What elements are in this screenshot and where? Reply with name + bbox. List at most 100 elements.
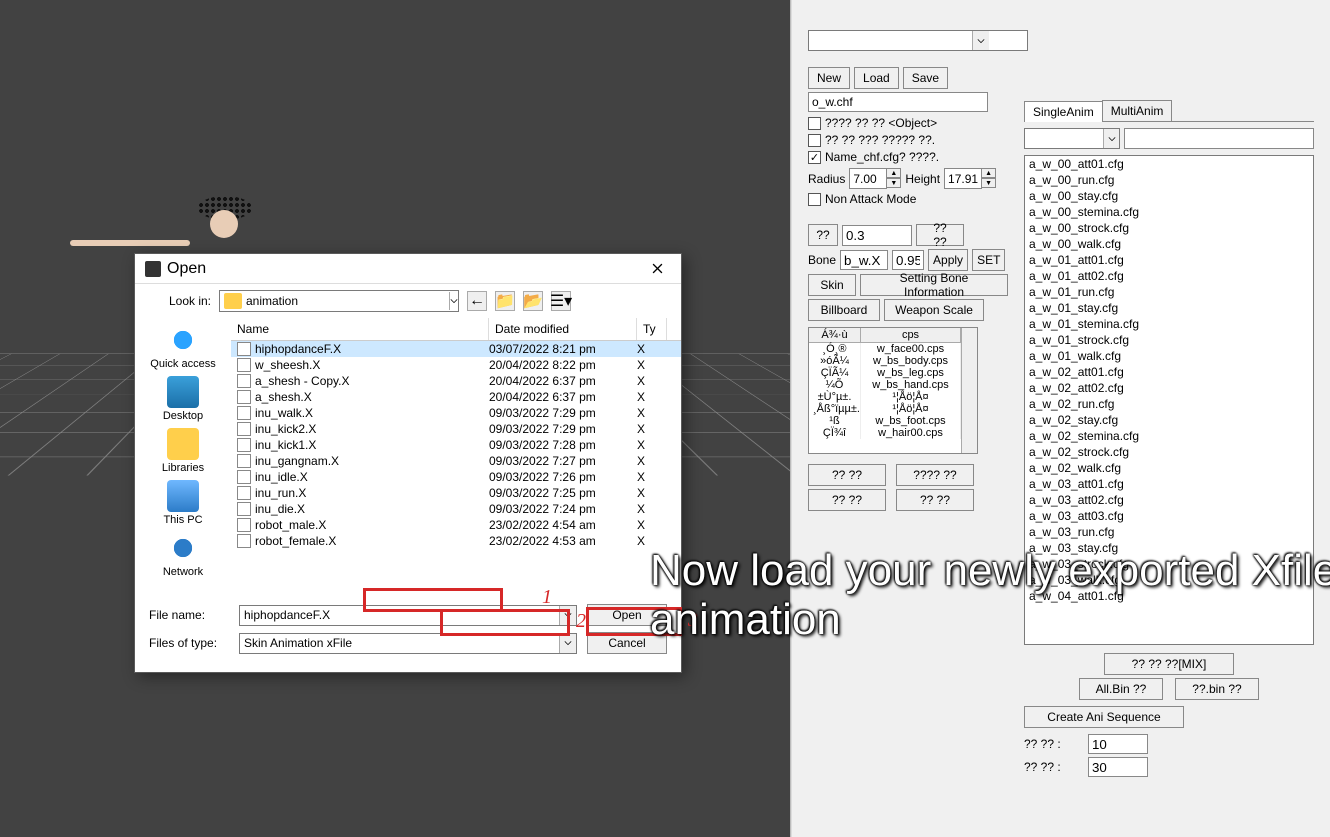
billboard-button[interactable]: Billboard: [808, 299, 880, 321]
file-row[interactable]: inu_walk.X09/03/2022 7:29 pmX: [231, 405, 681, 421]
list-item[interactable]: a_w_01_att02.cfg: [1025, 268, 1313, 284]
file-list-header[interactable]: Name Date modified Ty: [231, 318, 681, 341]
g1-button[interactable]: ?? ??: [808, 464, 886, 486]
place-desktop[interactable]: Desktop: [143, 376, 223, 422]
cps-table[interactable]: Á¾·ù ¸Ó¸®»óÃ¼ÇÏÃ¼¼Õ±Ù°µ±.¸Åß°ïµµ±.¹ßÇÏ¾î…: [808, 327, 978, 454]
list-item[interactable]: a_w_02_att02.cfg: [1025, 380, 1313, 396]
list-item[interactable]: a_w_00_att01.cfg: [1025, 156, 1313, 172]
chevron-down-icon[interactable]: [559, 606, 576, 625]
chevron-down-icon[interactable]: [449, 292, 458, 310]
save-button[interactable]: Save: [903, 67, 948, 89]
file-row[interactable]: inu_idle.X09/03/2022 7:26 pmX: [231, 469, 681, 485]
chevron-down-icon[interactable]: [1103, 129, 1119, 148]
list-item[interactable]: a_w_00_stay.cfg: [1025, 188, 1313, 204]
checkbox-namecfg[interactable]: [808, 151, 821, 164]
list-item[interactable]: a_w_00_stemina.cfg: [1025, 204, 1313, 220]
skin-button[interactable]: Skin: [808, 274, 856, 296]
list-item[interactable]: a_w_00_walk.cfg: [1025, 236, 1313, 252]
list-item[interactable]: a_w_00_strock.cfg: [1025, 220, 1313, 236]
file-name-input[interactable]: [240, 606, 559, 625]
file-row[interactable]: a_shesh.X20/04/2022 6:37 pmX: [231, 389, 681, 405]
list-item[interactable]: a_w_03_run.cfg: [1025, 524, 1313, 540]
seq2-input[interactable]: [1088, 757, 1148, 777]
place-libraries[interactable]: Libraries: [143, 428, 223, 474]
file-row[interactable]: w_sheesh.X20/04/2022 8:22 pmX: [231, 357, 681, 373]
up-folder-icon[interactable]: 📁: [495, 291, 515, 311]
list-item[interactable]: a_w_01_run.cfg: [1025, 284, 1313, 300]
mix-button[interactable]: ?? ?? ??[MIX]: [1104, 653, 1234, 675]
g4-button[interactable]: ?? ??: [896, 489, 974, 511]
list-item[interactable]: a_w_01_stay.cfg: [1025, 300, 1313, 316]
list-item[interactable]: a_w_02_walk.cfg: [1025, 460, 1313, 476]
bone-ratio-input[interactable]: [892, 250, 924, 270]
list-item[interactable]: a_w_01_walk.cfg: [1025, 348, 1313, 364]
setting-bone-info-button[interactable]: Setting Bone Information: [860, 274, 1008, 296]
list-item[interactable]: a_w_00_run.cfg: [1025, 172, 1313, 188]
file-row[interactable]: inu_kick1.X09/03/2022 7:28 pmX: [231, 437, 681, 453]
binqq-button[interactable]: ??.bin ??: [1175, 678, 1259, 700]
tab-singleanim[interactable]: SingleAnim: [1024, 101, 1103, 122]
file-row[interactable]: inu_gangnam.X09/03/2022 7:27 pmX: [231, 453, 681, 469]
list-item[interactable]: a_w_03_att02.cfg: [1025, 492, 1313, 508]
set-button[interactable]: SET: [972, 249, 1005, 271]
list-item[interactable]: a_w_02_att01.cfg: [1025, 364, 1313, 380]
list-item[interactable]: a_w_01_strock.cfg: [1025, 332, 1313, 348]
new-folder-icon[interactable]: 📂: [523, 291, 543, 311]
place-quickaccess[interactable]: Quick access: [143, 324, 223, 370]
place-network[interactable]: Network: [143, 532, 223, 578]
list-item[interactable]: a_w_01_stemina.cfg: [1025, 316, 1313, 332]
list-item[interactable]: a_w_01_att01.cfg: [1025, 252, 1313, 268]
file-row[interactable]: a_shesh - Copy.X20/04/2022 6:37 pmX: [231, 373, 681, 389]
anim-name-input[interactable]: [1124, 128, 1314, 149]
chevron-down-icon[interactable]: [559, 634, 576, 653]
anim-combo[interactable]: [1024, 128, 1120, 149]
new-button[interactable]: New: [808, 67, 850, 89]
g3-button[interactable]: ?? ??: [808, 489, 886, 511]
qqqq-button[interactable]: ?? ??: [916, 224, 964, 246]
look-in-combo[interactable]: [219, 290, 459, 312]
file-row[interactable]: robot_male.X23/02/2022 4:54 amX: [231, 517, 681, 533]
chf-input[interactable]: [808, 92, 988, 112]
load-button[interactable]: Load: [854, 67, 899, 89]
list-item[interactable]: a_w_03_att03.cfg: [1025, 508, 1313, 524]
checkbox-2[interactable]: [808, 134, 821, 147]
file-type-combo[interactable]: [239, 633, 577, 654]
allbin-button[interactable]: All.Bin ??: [1079, 678, 1163, 700]
seq1-input[interactable]: [1088, 734, 1148, 754]
file-row[interactable]: inu_run.X09/03/2022 7:25 pmX: [231, 485, 681, 501]
file-row[interactable]: inu_die.X09/03/2022 7:24 pmX: [231, 501, 681, 517]
height-spinner[interactable]: ▲▼: [944, 168, 996, 189]
back-icon[interactable]: ←: [467, 291, 487, 311]
place-thispc[interactable]: This PC: [143, 480, 223, 526]
scrollbar[interactable]: [961, 328, 977, 453]
list-item[interactable]: a_w_02_stemina.cfg: [1025, 428, 1313, 444]
tab-multianim[interactable]: MultiAnim: [1102, 100, 1173, 121]
close-icon[interactable]: [643, 259, 671, 279]
create-ani-button[interactable]: Create Ani Sequence: [1024, 706, 1184, 728]
list-item[interactable]: a_w_02_stay.cfg: [1025, 412, 1313, 428]
radius-spinner[interactable]: ▲▼: [849, 168, 901, 189]
col-name[interactable]: Name: [231, 318, 489, 340]
list-item[interactable]: a_w_02_strock.cfg: [1025, 444, 1313, 460]
file-list[interactable]: Name Date modified Ty hiphopdanceF.X03/0…: [231, 318, 681, 598]
file-row[interactable]: hiphopdanceF.X03/07/2022 8:21 pmX: [231, 341, 681, 357]
file-row[interactable]: robot_female.X23/02/2022 4:53 amX: [231, 533, 681, 549]
checkbox-nonattack[interactable]: [808, 193, 821, 206]
chevron-down-icon[interactable]: [972, 31, 989, 50]
col-date[interactable]: Date modified: [489, 318, 637, 340]
view-menu-icon[interactable]: ☰▾: [551, 291, 571, 311]
zero3-input[interactable]: [842, 225, 912, 246]
weapon-scale-button[interactable]: Weapon Scale: [884, 299, 984, 321]
qq-button[interactable]: ??: [808, 224, 838, 246]
bone-input[interactable]: [840, 250, 888, 270]
g2-button[interactable]: ???? ??: [896, 464, 974, 486]
col-type[interactable]: Ty: [637, 318, 667, 340]
top-combo[interactable]: Äª¸¯ÅÍ ÆÄÀÏ: [808, 30, 1028, 51]
top-combo-input[interactable]: Äª¸¯ÅÍ ÆÄÀÏ: [809, 31, 972, 50]
checkbox-object[interactable]: [808, 117, 821, 130]
list-item[interactable]: a_w_03_att01.cfg: [1025, 476, 1313, 492]
file-row[interactable]: inu_kick2.X09/03/2022 7:29 pmX: [231, 421, 681, 437]
apply-button[interactable]: Apply: [928, 249, 968, 271]
list-item[interactable]: a_w_02_run.cfg: [1025, 396, 1313, 412]
dialog-titlebar[interactable]: Open: [135, 254, 681, 284]
